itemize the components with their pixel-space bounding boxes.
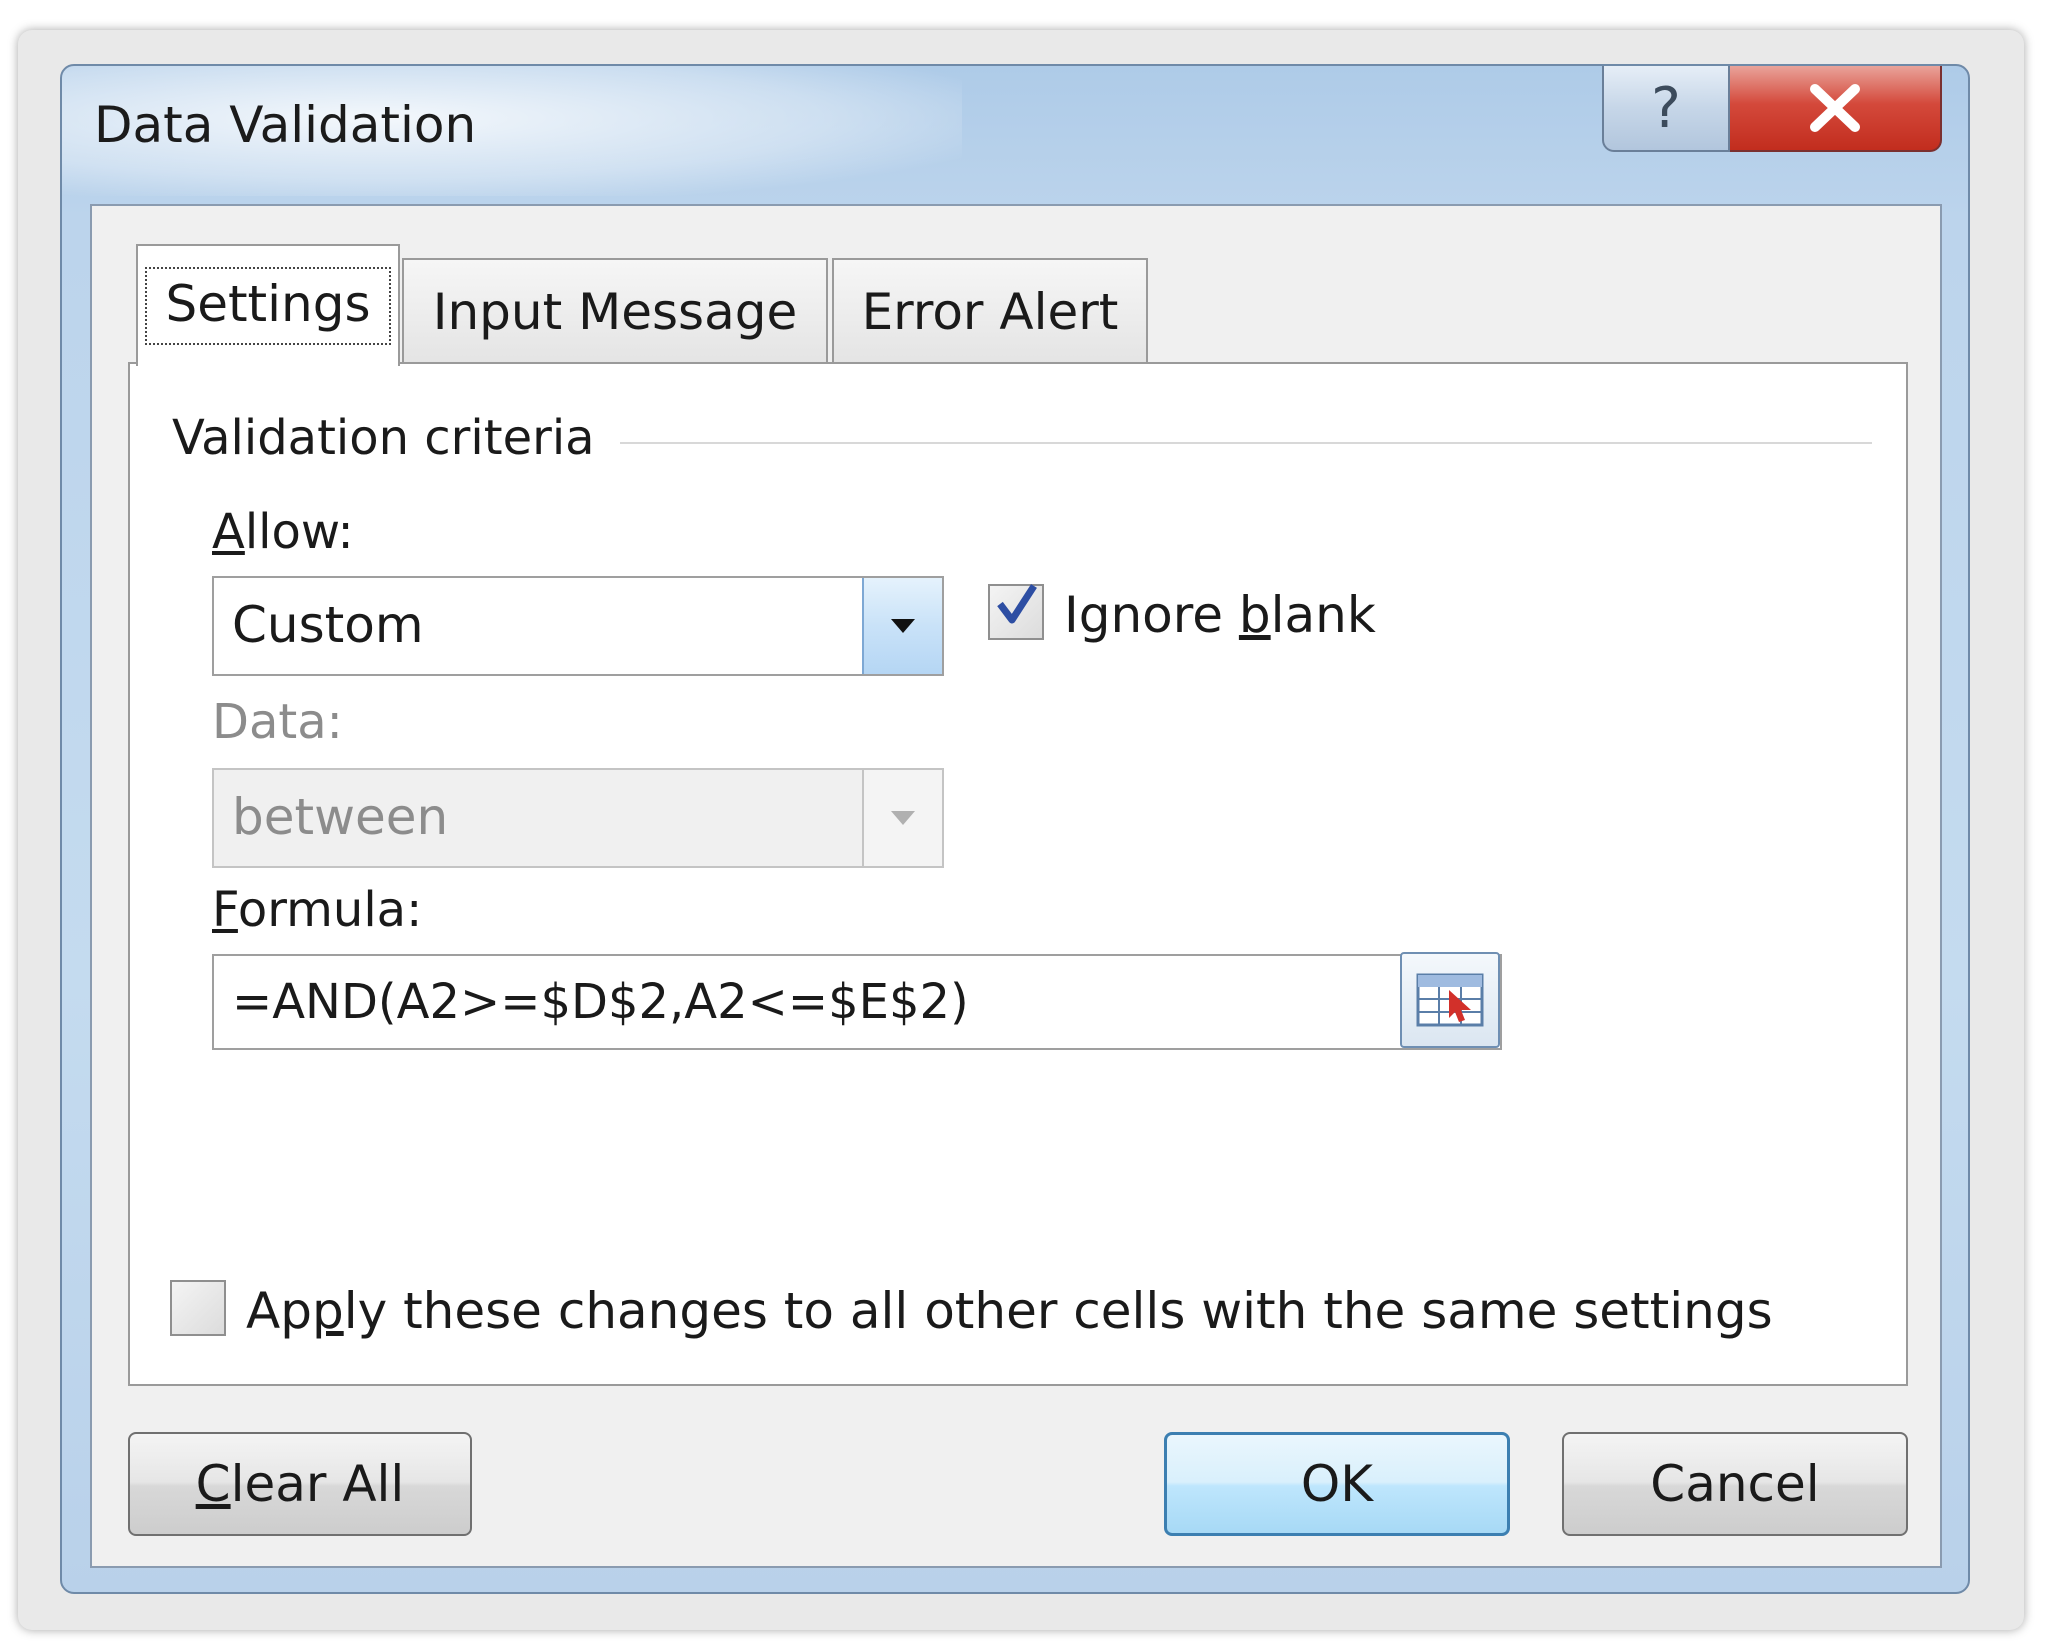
- apply-all-label[interactable]: Apply these changes to all other cells w…: [246, 1282, 1773, 1340]
- data-dropdown: between: [212, 768, 944, 868]
- tab-input-message[interactable]: Input Message: [402, 258, 828, 364]
- settings-panel: Validation criteria Allow: Custom Ignore…: [128, 362, 1908, 1386]
- data-validation-dialog: Data Validation ? Settings Input Message…: [60, 64, 1970, 1594]
- ignore-blank-label[interactable]: Ignore blank: [1064, 586, 1376, 644]
- tab-error-alert[interactable]: Error Alert: [832, 258, 1148, 364]
- ok-button[interactable]: OK: [1164, 1432, 1510, 1536]
- ignore-blank-checkbox[interactable]: [988, 584, 1044, 640]
- range-select-icon: [1416, 973, 1484, 1027]
- allow-dropdown-arrow[interactable]: [862, 578, 942, 674]
- cancel-button[interactable]: Cancel: [1562, 1432, 1908, 1536]
- allow-value: Custom: [232, 596, 424, 654]
- close-icon: [1810, 84, 1860, 132]
- tab-settings[interactable]: Settings: [136, 244, 400, 366]
- caption-buttons: ?: [1602, 66, 1942, 156]
- formula-label: Formula:: [212, 882, 423, 938]
- clear-all-button[interactable]: Clear All: [128, 1432, 472, 1536]
- close-button[interactable]: [1730, 66, 1942, 152]
- range-select-button[interactable]: [1400, 952, 1500, 1048]
- help-icon: ?: [1651, 75, 1681, 141]
- formula-value: =AND(A2>=$D$2,A2<=$E$2): [232, 974, 969, 1030]
- data-label: Data:: [212, 694, 343, 750]
- data-value: between: [232, 788, 449, 846]
- allow-dropdown[interactable]: Custom: [212, 576, 944, 676]
- validation-criteria-label: Validation criteria: [172, 410, 617, 466]
- chevron-down-icon: [891, 619, 915, 633]
- tab-error-alert-label: Error Alert: [861, 283, 1119, 341]
- formula-input[interactable]: =AND(A2>=$D$2,A2<=$E$2): [212, 952, 1502, 1050]
- help-button[interactable]: ?: [1602, 66, 1730, 152]
- dialog-title: Data Validation: [94, 96, 477, 154]
- chevron-down-icon: [891, 811, 915, 825]
- allow-label: Allow:: [212, 504, 354, 560]
- group-divider: [620, 442, 1872, 444]
- tab-settings-label: Settings: [145, 267, 391, 345]
- tab-input-message-label: Input Message: [432, 283, 798, 341]
- checkmark-icon: [997, 584, 1037, 624]
- apply-all-checkbox[interactable]: [170, 1280, 226, 1336]
- dialog-client-area: Settings Input Message Error Alert Valid…: [90, 204, 1942, 1568]
- data-dropdown-arrow: [862, 770, 942, 866]
